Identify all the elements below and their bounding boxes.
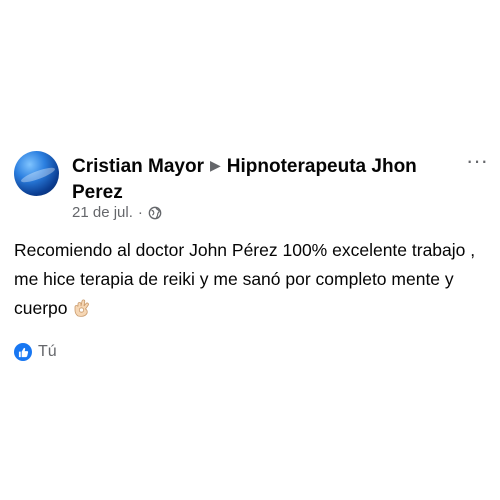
ok-hand-icon (74, 299, 89, 317)
like-icon (14, 343, 32, 361)
avatar[interactable] (14, 151, 59, 196)
post-card: Cristian Mayor ▶ Hipnoterapeuta Jhon Perez… (0, 0, 500, 500)
reactions-bar[interactable]: Tú (14, 343, 57, 361)
meta-separator: · (137, 204, 143, 221)
post-date[interactable]: 21 de jul. (72, 204, 133, 221)
more-options-icon[interactable]: ··· (466, 150, 488, 172)
post-text: Recomiendo al doctor John Pérez 100% exc… (14, 236, 492, 323)
post-meta: 21 de jul. · (72, 204, 162, 221)
arrow-right-icon: ▶ (209, 157, 221, 173)
globe-icon[interactable] (148, 206, 162, 220)
author-name[interactable]: Cristian Mayor (72, 156, 204, 177)
post-header: Cristian Mayor ▶ Hipnoterapeuta Jhon Perez (72, 154, 452, 205)
reaction-label[interactable]: Tú (38, 343, 57, 361)
